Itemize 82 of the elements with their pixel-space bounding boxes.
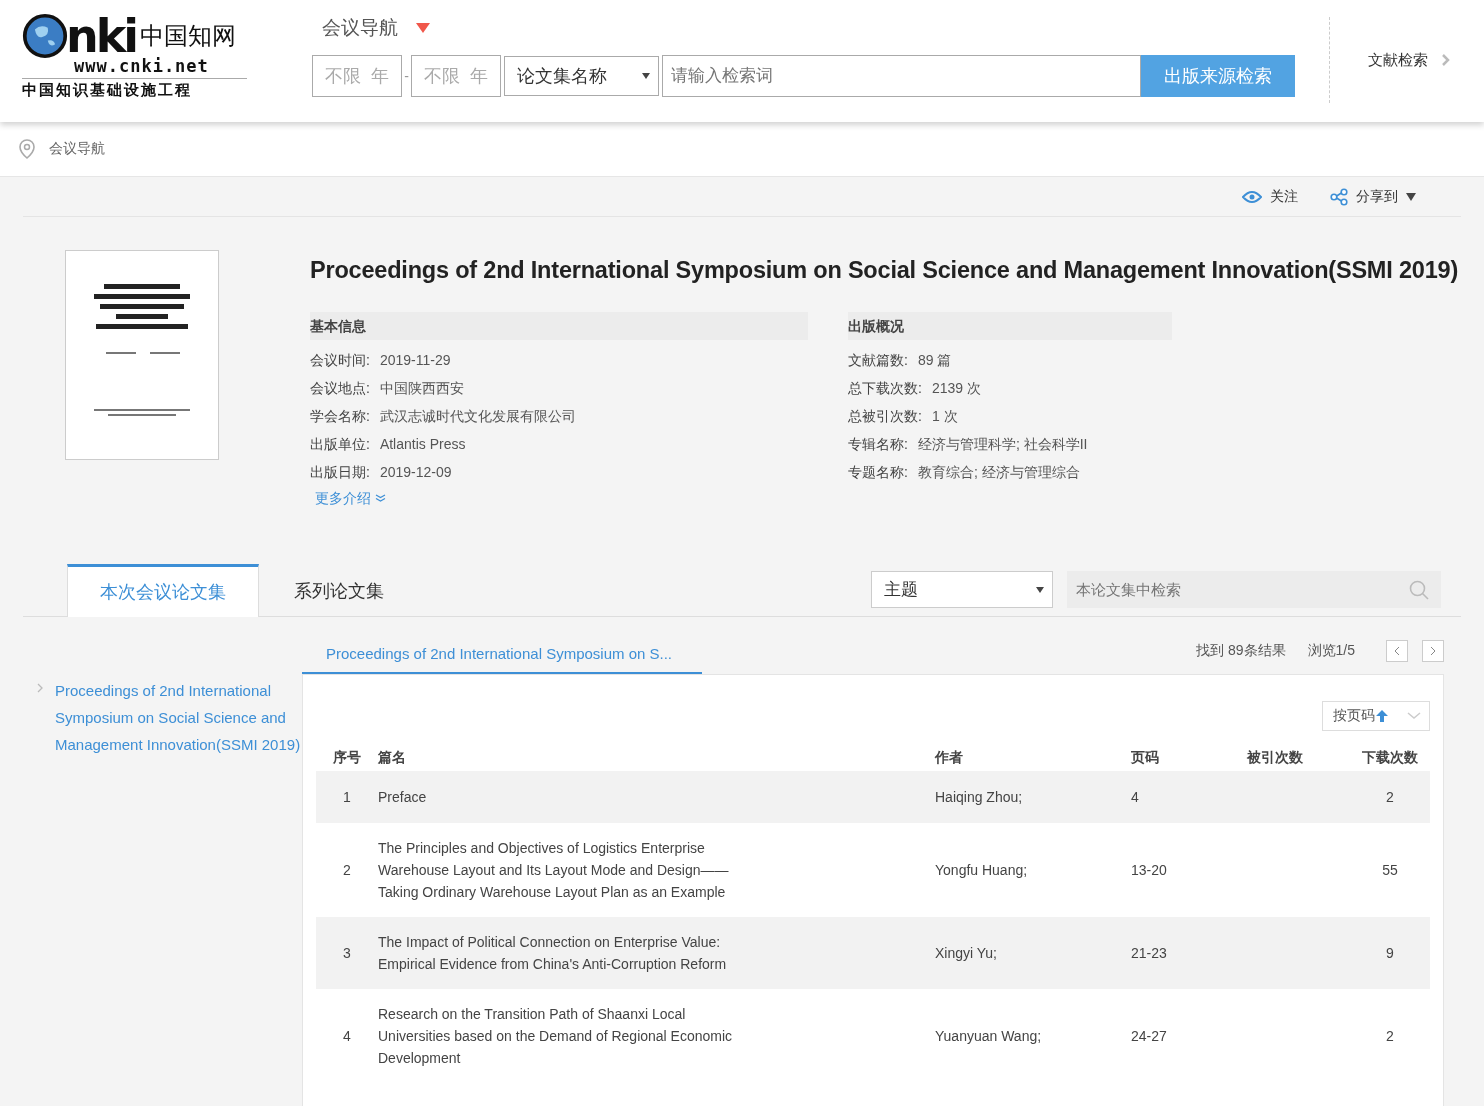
field-label: 专辑名称:	[848, 435, 908, 454]
table-cell: Yuanyuan Wang;	[935, 1028, 1042, 1044]
field-value: 经济与管理科学; 社会科学II	[917, 435, 1088, 454]
table-cell: 3	[343, 945, 351, 961]
table-cell: 24-27	[1131, 1028, 1167, 1044]
logo-name: 中国知网	[140, 24, 237, 48]
chevron-right-icon[interactable]	[1430, 645, 1436, 656]
field-label: 会议时间:	[310, 351, 370, 370]
logo-url: www.cnki.net	[74, 58, 210, 75]
chevron-icon[interactable]	[1442, 54, 1450, 66]
range-dash: -	[403, 68, 410, 84]
breadcrumb[interactable]: 会议导航	[49, 140, 105, 158]
literature-search-link[interactable]: 文献检索	[1368, 50, 1428, 70]
field-value: 1 次	[931, 407, 958, 426]
tab[interactable]: 系列论文集	[259, 564, 419, 617]
field-label: 出版单位:	[310, 435, 370, 454]
section-heading: 基本信息	[310, 312, 808, 340]
eye-icon[interactable]	[1242, 189, 1262, 204]
search-field[interactable]: 请输入检索词	[662, 55, 1141, 97]
table-cell: 4	[343, 1028, 351, 1044]
follow-link[interactable]: 关注	[1270, 187, 1298, 206]
column-header: 序号	[332, 749, 362, 767]
field-value: 中国陕西西安	[379, 379, 464, 398]
dropdown-icon[interactable]	[1036, 586, 1044, 593]
table-cell: 2	[1386, 789, 1394, 805]
field-value: 武汉志诚时代文化发展有限公司	[379, 407, 576, 426]
table-cell: Yongfu Huang;	[935, 862, 1028, 878]
field-value: 教育综合; 经济与管理综合	[917, 463, 1080, 482]
field-value: 2019-11-29	[379, 351, 451, 370]
column-header: 被引次数	[1247, 749, 1304, 767]
field-label: 学会名称:	[310, 407, 370, 426]
topic-select[interactable]: 主题	[871, 571, 1053, 608]
column-header: 作者	[935, 749, 964, 767]
dropdown-icon[interactable]	[642, 73, 650, 79]
article-title-link[interactable]: Research on the Transition Path of Shaanxi Local Universities based on the Demand of Regional Economic Development	[378, 1003, 748, 1069]
logo-mark: nki	[66, 13, 137, 59]
field-value: 2139 次	[931, 379, 981, 398]
page-indicator: 浏览1/5	[1307, 641, 1355, 660]
table-cell: 9	[1386, 945, 1394, 961]
table-cell: 55	[1382, 862, 1398, 878]
table-cell: 2	[1386, 1028, 1394, 1044]
globe-icon	[22, 13, 68, 59]
article-title-link[interactable]: The Principles and Objectives of Logistics Enterprise Warehouse Layout and Its Layout Mode and Design——Taking Ordinary Warehouse Layout Plan as an Example	[378, 837, 748, 903]
field-label: 总下载次数:	[848, 379, 922, 398]
double-chevron-icon[interactable]	[375, 494, 386, 502]
nav-menu[interactable]: 会议导航	[322, 15, 398, 41]
article-title-link[interactable]: Preface	[378, 786, 748, 808]
table-cell: 2	[343, 862, 351, 878]
field-select[interactable]: 论文集名称	[504, 56, 659, 96]
field-value: Atlantis Press	[379, 435, 466, 454]
article-title-link[interactable]: The Impact of Political Connection on Enterprise Value: Empirical Evidence from China's Anti-Corruption Reform	[378, 931, 748, 975]
proceedings-title: Proceedings of 2nd International Symposium on Social Science and Management Innovation(SSMI 2019)	[310, 256, 1459, 285]
field-label: 会议地点:	[310, 379, 370, 398]
result-count: 找到 89条结果	[1196, 641, 1286, 660]
field-label: 文献篇数:	[848, 351, 908, 370]
sort-dropdown[interactable]: 按页码	[1322, 701, 1430, 731]
field-value: 89 篇	[917, 351, 952, 370]
tab[interactable]: 本次会议论文集	[67, 564, 259, 617]
share-icon[interactable]	[1330, 187, 1348, 206]
share-link[interactable]: 分享到	[1356, 187, 1398, 206]
section-heading: 出版概况	[848, 312, 1172, 340]
field-label: 出版日期:	[310, 463, 370, 482]
table-cell: Haiqing Zhou;	[935, 789, 1023, 805]
dropdown-icon[interactable]	[1406, 192, 1416, 201]
collection-search-input[interactable]: 本论文集中检索	[1074, 580, 1409, 599]
column-header: 页码	[1131, 749, 1160, 767]
collection-search-field[interactable]: 本论文集中检索	[1067, 571, 1441, 608]
table-cell: Xingyi Yu;	[935, 945, 997, 961]
chevron-icon[interactable]	[37, 683, 43, 693]
logo-tagline: 中国知识基础设施工程	[22, 78, 247, 98]
field-label: 专题名称:	[848, 463, 908, 482]
field-value: 2019-12-09	[379, 463, 452, 482]
chevron-left-icon[interactable]	[1394, 645, 1400, 656]
column-header: 篇名	[378, 749, 407, 767]
table-cell: 1	[343, 789, 351, 805]
location-pin-icon	[19, 139, 35, 159]
field-label: 总被引次数:	[848, 407, 922, 426]
table-cell: 4	[1131, 789, 1139, 805]
column-header: 下载次数	[1361, 749, 1419, 767]
table-cell: 13-20	[1131, 862, 1167, 878]
arrow-up-icon[interactable]	[1376, 710, 1388, 722]
table-cell: 21-23	[1131, 945, 1167, 961]
